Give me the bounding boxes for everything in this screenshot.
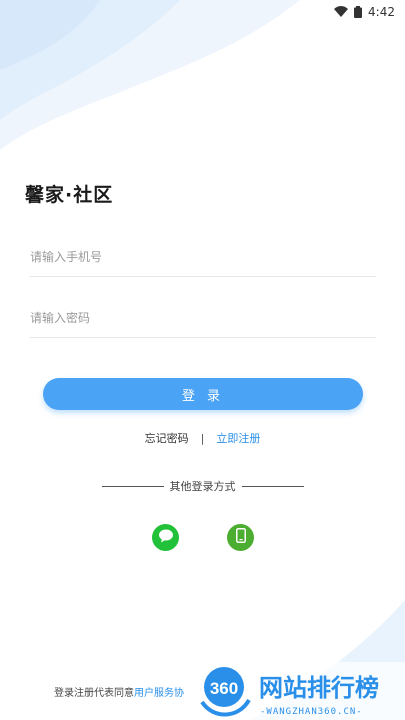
login-button[interactable]: 登 录: [43, 378, 363, 410]
watermark-logo: 360 网站排行榜 -WANGZHAN360.CN-: [194, 662, 405, 720]
other-login-label: 其他登录方式: [169, 480, 236, 493]
other-login-divider: 其他登录方式: [0, 478, 405, 494]
password-input[interactable]: [30, 298, 376, 337]
wechat-login-button[interactable]: [152, 524, 179, 551]
links-row: 忘记密码 | 立即注册: [0, 430, 405, 446]
wifi-icon: [334, 6, 349, 18]
agreement-text: 登录注册代表同意用户服务协: [54, 684, 184, 699]
battery-icon: [354, 6, 363, 18]
divider-line-right: [241, 485, 304, 487]
divider-line-left: [101, 485, 164, 487]
background-waves: [0, 0, 405, 720]
status-bar: 4:42: [0, 0, 405, 24]
app-title: 馨家·社区: [25, 184, 114, 206]
phone-input[interactable]: [30, 237, 376, 276]
agreement-prefix: 登录注册代表同意: [54, 688, 134, 699]
watermark-title: 网站排行榜: [259, 674, 379, 702]
password-field[interactable]: [30, 298, 376, 338]
register-link[interactable]: 立即注册: [216, 430, 260, 446]
phone-field[interactable]: [30, 237, 376, 277]
status-time: 4:42: [368, 5, 395, 19]
user-agreement-link[interactable]: 用户服务协: [134, 688, 184, 699]
watermark-logo-text: 360: [210, 679, 238, 698]
forgot-password-link[interactable]: 忘记密码: [145, 430, 189, 446]
phone-login-button[interactable]: [227, 524, 254, 551]
wechat-icon: [158, 528, 174, 547]
links-separator: |: [200, 431, 205, 445]
watermark-subtitle: -WANGZHAN360.CN-: [260, 707, 363, 717]
phone-icon: [235, 528, 246, 547]
